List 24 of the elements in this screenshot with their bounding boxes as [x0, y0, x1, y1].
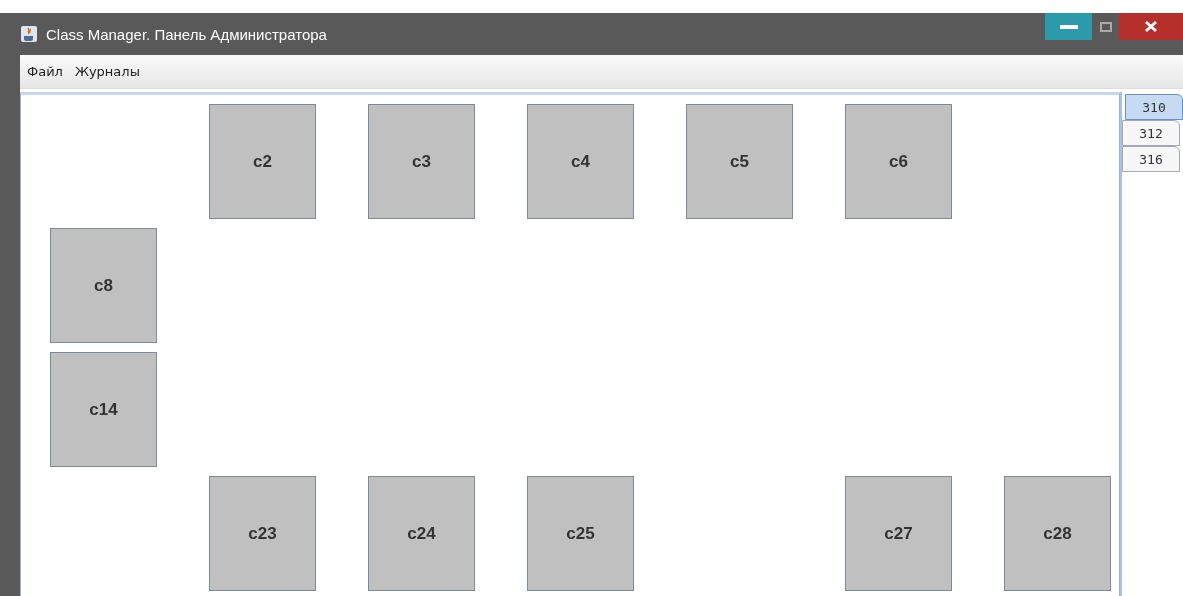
computer-seat[interactable]: c2 [209, 104, 316, 219]
computer-seat[interactable]: c14 [50, 352, 157, 467]
computer-seat[interactable]: c5 [686, 104, 793, 219]
java-cup-icon [20, 25, 38, 43]
window-title: Class Manager. Панель Администратора [46, 25, 327, 43]
room-tab[interactable]: 310 [1125, 94, 1183, 120]
computer-seat[interactable]: c4 [527, 104, 634, 219]
menu-item[interactable]: Файл [27, 64, 63, 79]
minimize-icon [1059, 24, 1078, 29]
computer-seat[interactable]: c27 [845, 476, 952, 591]
computer-seat[interactable]: c3 [368, 104, 475, 219]
maximize-icon [1099, 21, 1112, 32]
computer-seat[interactable]: c25 [527, 476, 634, 591]
minimize-button[interactable] [1045, 13, 1092, 40]
room-tab[interactable]: 312 [1122, 120, 1180, 146]
computer-seat[interactable]: c8 [50, 228, 157, 343]
close-icon [1144, 20, 1158, 33]
computer-seat[interactable]: c6 [845, 104, 952, 219]
room-tab[interactable]: 316 [1122, 146, 1180, 172]
menu-item[interactable]: Журналы [74, 64, 140, 79]
computer-seat[interactable]: c23 [209, 476, 316, 591]
computer-seat[interactable]: c28 [1004, 476, 1111, 591]
close-button[interactable] [1119, 13, 1183, 40]
computer-seat[interactable]: c24 [368, 476, 475, 591]
